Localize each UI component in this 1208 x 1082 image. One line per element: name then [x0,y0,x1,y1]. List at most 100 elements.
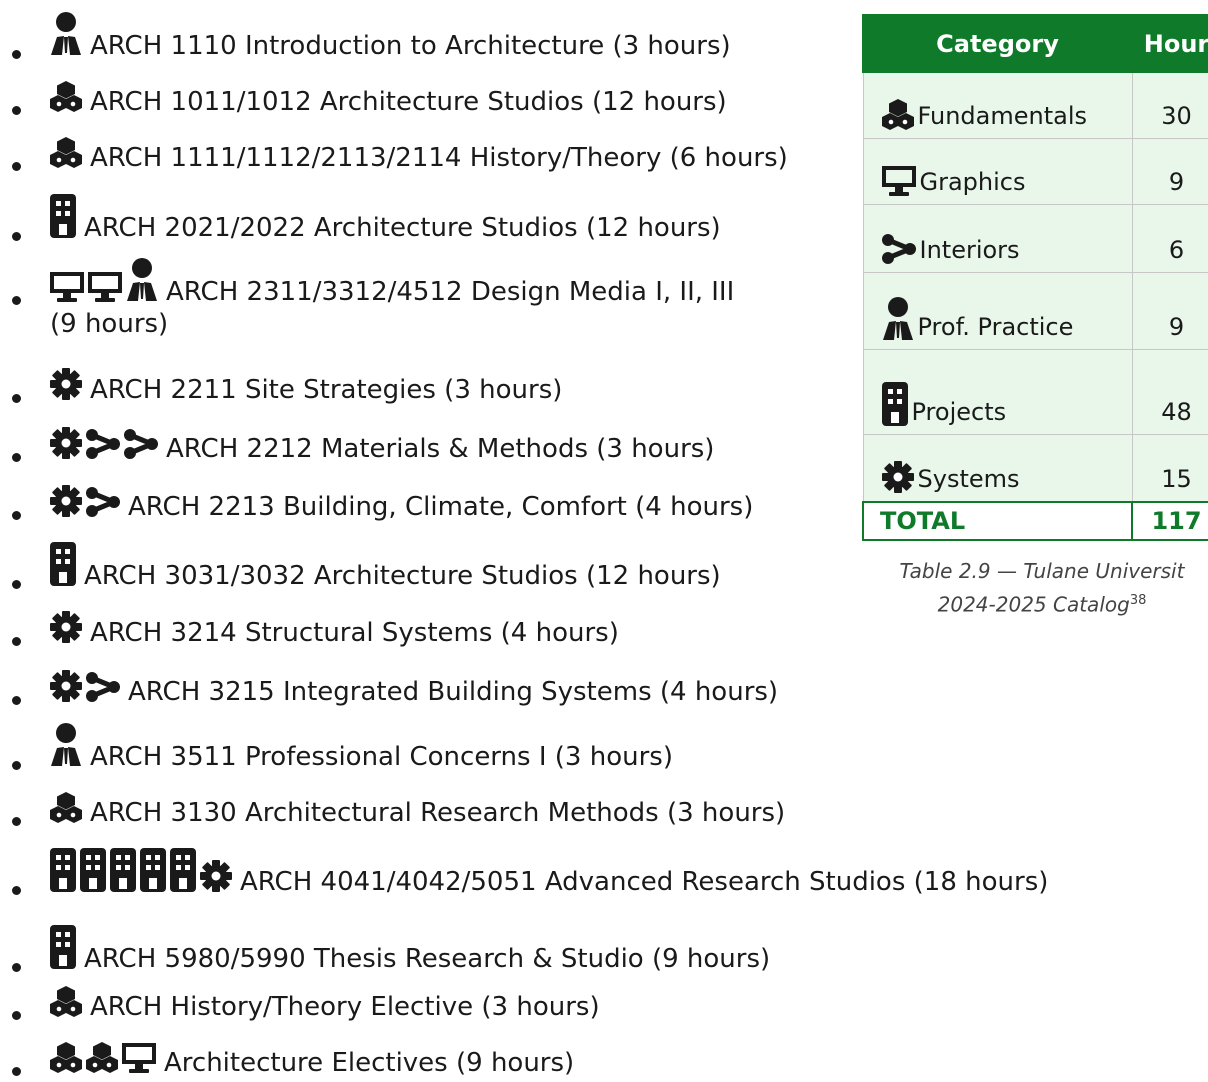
course-item: ARCH 5980/5990 Thesis Research & Studio … [0,927,1208,977]
course-icons [50,80,86,112]
total-label: TOTAL [862,501,1133,541]
course-icons [50,427,162,459]
course-text: Architecture Electives (9 hours) [164,1048,575,1078]
cubes-icon [882,98,914,130]
table-caption: Table 2.9 — Tulane Universit 2024-2025 C… [862,556,1208,620]
table-row: Fundamentals 30 [862,71,1208,139]
course-text: ARCH 2212 Materials & Methods (3 hours) [166,434,715,464]
category-label: Fundamentals [917,101,1088,130]
category-column-header: Category [862,14,1133,73]
hours-cell: 6 [1131,203,1208,273]
cubes-icon [50,80,82,112]
table-row: Graphics 9 [862,137,1208,205]
gear-icon [50,368,82,400]
course-text: ARCH 1011/1012 Architecture Studios (12 … [90,87,727,117]
bullet-point [12,453,21,462]
hours-cell: 9 [1131,137,1208,205]
building-icon [50,925,76,969]
category-cell: Interiors [862,203,1133,273]
bullet-point [12,1067,21,1076]
cubes-icon [50,1041,82,1073]
hours-column-header: Hour [1131,14,1208,73]
monitor-icon [122,1043,156,1073]
bullet-point [12,761,21,770]
building-icon [110,848,136,892]
bullet-point [12,296,21,305]
bullet-point [12,162,21,171]
building-icon [50,542,76,586]
category-label: Projects [911,397,1007,426]
building-icon [170,848,196,892]
course-text: ARCH 1110 Introduction to Architecture (… [90,31,731,61]
category-cell: Fundamentals [862,71,1133,139]
course-text: ARCH History/Theory Elective (3 hours) [90,992,600,1022]
bullet-point [12,696,21,705]
course-text: ARCH 3511 Professional Concerns I (3 hou… [90,742,673,772]
cubes-icon [50,136,82,168]
course-text: ARCH 3215 Integrated Building Systems (4… [128,677,779,707]
course-text: ARCH 1111/1112/2113/2114 History/Theory … [90,143,788,173]
category-cell: Systems [862,433,1133,503]
course-text: ARCH 2213 Building, Climate, Comfort (4 … [128,492,754,522]
category-hours-table: Category Hour Fundamentals 30 Graphics 9 Int… [862,14,1208,541]
chevron-icon [86,429,120,459]
hours-cell: 30 [1131,71,1208,139]
bullet-point [12,511,21,520]
cubes-icon [86,1041,118,1073]
category-label: Systems [917,465,1020,493]
table-body: Fundamentals 30 Graphics 9 Interiors 6 Prof. P… [862,71,1208,541]
course-text: ARCH 2311/3312/4512 Design Media I, II, … [166,277,735,307]
total-hours: 117 [1131,501,1208,541]
bullet-point [12,580,21,589]
bullet-point [12,886,21,895]
person-icon [50,12,82,56]
bullet-point [12,232,21,241]
bullet-point [12,963,21,972]
bullet-point [12,817,21,826]
course-text: ARCH 2021/2022 Architecture Studios (12 … [84,213,721,243]
course-item: ARCH 3130 Architectural Research Methods… [0,781,1208,831]
cubes-icon [50,791,82,823]
hours-cell: 48 [1131,348,1208,435]
bullet-point [12,1011,21,1020]
course-icons [50,485,124,517]
monitor-icon [88,272,122,302]
gear-icon [50,427,82,459]
caption-line-1: Table 2.9 — Tulane Universit [899,559,1185,583]
chevron-icon [86,672,120,702]
gear-icon [882,461,914,493]
course-icons [50,1041,160,1073]
person-icon [50,723,82,767]
monitor-icon [882,166,916,196]
course-icons [50,136,86,168]
gear-icon [50,670,82,702]
cubes-icon [50,985,82,1017]
table-header-row: Category Hour [862,14,1208,73]
course-icons [50,723,86,767]
course-text: ARCH 5980/5990 Thesis Research & Studio … [84,944,771,974]
course-text: ARCH 3031/3032 Architecture Studios (12 … [84,561,721,591]
course-icons [50,791,86,823]
course-item: ARCH 4041/4042/5051 Advanced Research St… [0,850,1208,900]
bullet-point [12,106,21,115]
total-row: TOTAL 117 [862,501,1208,541]
course-icons [50,848,236,892]
course-text: ARCH 2211 Site Strategies (3 hours) [90,375,563,405]
course-text: ARCH 3214 Structural Systems (4 hours) [90,618,619,648]
category-cell: Graphics [862,137,1133,205]
person-icon [126,258,158,302]
course-item: ARCH 3215 Integrated Building Systems (4… [0,660,1208,710]
course-text: ARCH 3130 Architectural Research Methods… [90,798,786,828]
course-text: ARCH 4041/4042/5051 Advanced Research St… [240,867,1049,897]
table-row: Projects 48 [862,348,1208,435]
course-icons [50,611,86,643]
hours-cell: 15 [1131,433,1208,503]
category-label: Prof. Practice [917,312,1074,341]
category-label: Graphics [919,167,1026,196]
table-row: Prof. Practice 9 [862,271,1208,350]
course-icons [50,542,80,586]
course-icons [50,258,162,302]
course-text-continued: (9 hours) [50,309,169,339]
table-row: Systems 15 [862,433,1208,503]
building-icon [140,848,166,892]
